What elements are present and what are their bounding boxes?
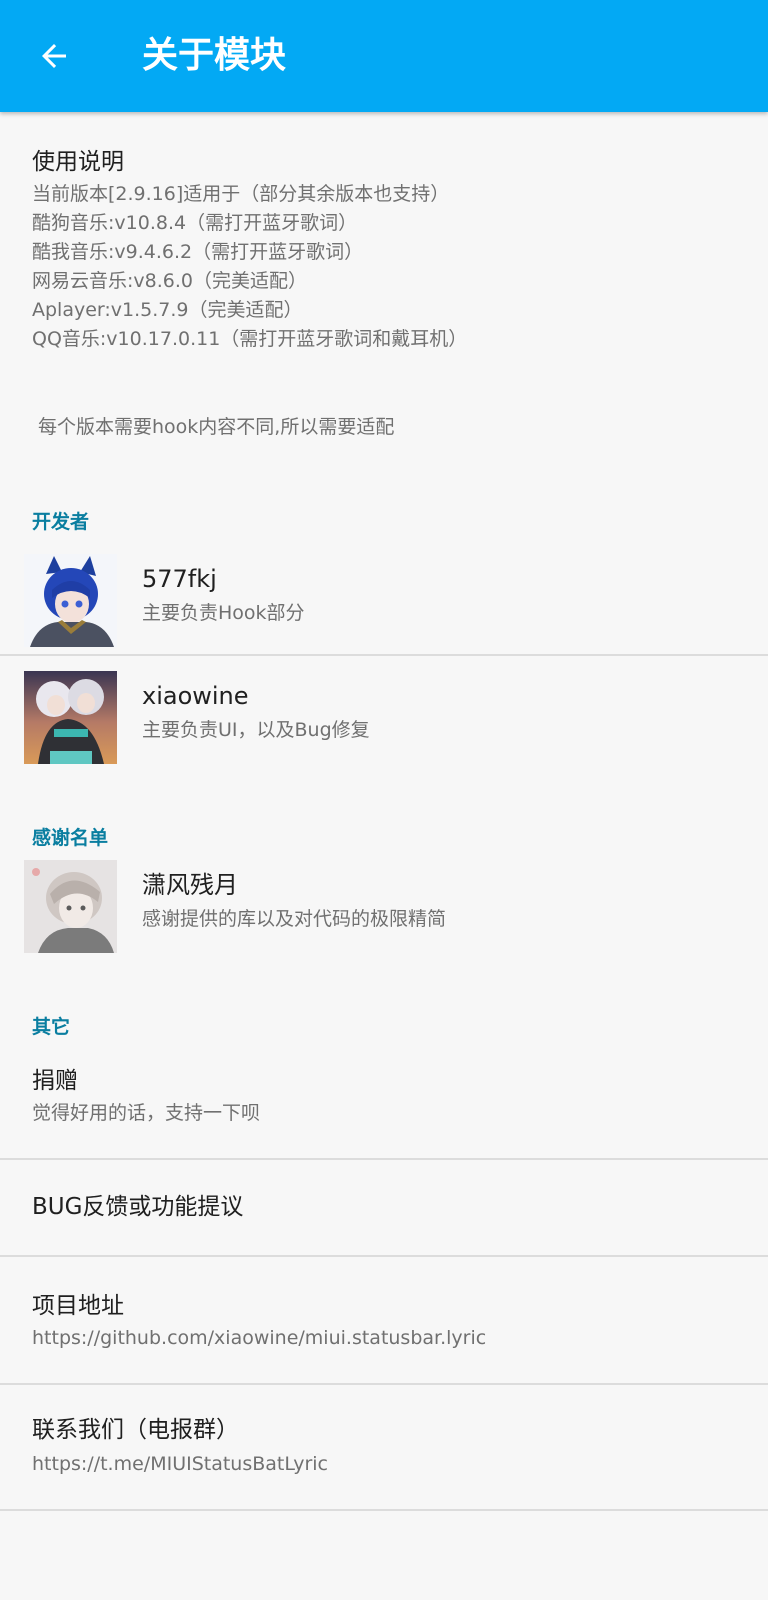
arrow-back-icon: [42, 44, 66, 68]
thanks-row-xiaofengcanyue[interactable]: 潇风残月 感谢提供的库以及对代码的极限精简: [0, 850, 768, 960]
usage-line-version: 当前版本[2.9.16]适用于（部分其余版本也支持）: [32, 183, 450, 205]
section-header-thanks: 感谢名单: [32, 827, 109, 849]
donate-title: 捐赠: [32, 1068, 78, 1094]
contact-summary: https://t.me/MIUIStatusBatLyric: [32, 1453, 328, 1475]
usage-title: 使用说明: [32, 149, 124, 175]
donate-summary: 觉得好用的话，支持一下呗: [32, 1102, 261, 1124]
donate-item[interactable]: 捐赠 觉得好用的话，支持一下呗: [0, 1050, 768, 1158]
usage-note: 每个版本需要hook内容不同,所以需要适配: [38, 416, 395, 438]
divider: [0, 654, 768, 656]
project-url-title: 项目地址: [32, 1293, 124, 1319]
contact-item[interactable]: 联系我们（电报群） https://t.me/MIUIStatusBatLyri…: [0, 1385, 768, 1509]
project-url-summary: https://github.com/xiaowine/miui.statusb…: [32, 1327, 487, 1349]
page-title: 关于模块: [142, 35, 287, 76]
developer-row-xiaowine[interactable]: xiaowine 主要负责UI，以及Bug修复: [0, 661, 768, 771]
thanks-desc: 感谢提供的库以及对代码的极限精简: [142, 908, 447, 930]
thanks-name: 潇风残月: [142, 871, 238, 899]
avatar: [24, 671, 117, 764]
divider: [0, 1509, 768, 1511]
usage-line-netease: 网易云音乐:v8.6.0（完美适配）: [32, 270, 307, 292]
usage-line-kuwo: 酷我音乐:v9.4.6.2（需打开蓝牙歌词）: [32, 241, 364, 263]
feedback-title: BUG反馈或功能提议: [32, 1194, 244, 1220]
contact-title: 联系我们（电报群）: [32, 1417, 239, 1443]
usage-instructions: 使用说明 当前版本[2.9.16]适用于（部分其余版本也支持） 酷狗音乐:v10…: [32, 148, 467, 354]
section-header-other: 其它: [32, 1016, 71, 1038]
back-button[interactable]: [26, 28, 82, 84]
project-url-item[interactable]: 项目地址 https://github.com/xiaowine/miui.st…: [0, 1257, 768, 1383]
feedback-item[interactable]: BUG反馈或功能提议: [0, 1160, 768, 1256]
usage-line-aplayer: Aplayer:v1.5.7.9（完美适配）: [32, 299, 303, 321]
developer-desc: 主要负责Hook部分: [142, 602, 305, 624]
developer-desc: 主要负责UI，以及Bug修复: [142, 719, 370, 741]
developer-name: 577fkj: [142, 565, 217, 593]
developer-name: xiaowine: [142, 682, 249, 710]
usage-line-qqmusic: QQ音乐:v10.17.0.11（需打开蓝牙歌词和戴耳机）: [32, 328, 468, 350]
usage-line-kugou: 酷狗音乐:v10.8.4（需打开蓝牙歌词）: [32, 212, 358, 234]
avatar: [24, 860, 117, 953]
avatar: [24, 554, 117, 647]
developer-row-577fkj[interactable]: 577fkj 主要负责Hook部分: [0, 544, 768, 654]
app-bar: 关于模块: [0, 0, 768, 112]
section-header-developers: 开发者: [32, 511, 90, 533]
